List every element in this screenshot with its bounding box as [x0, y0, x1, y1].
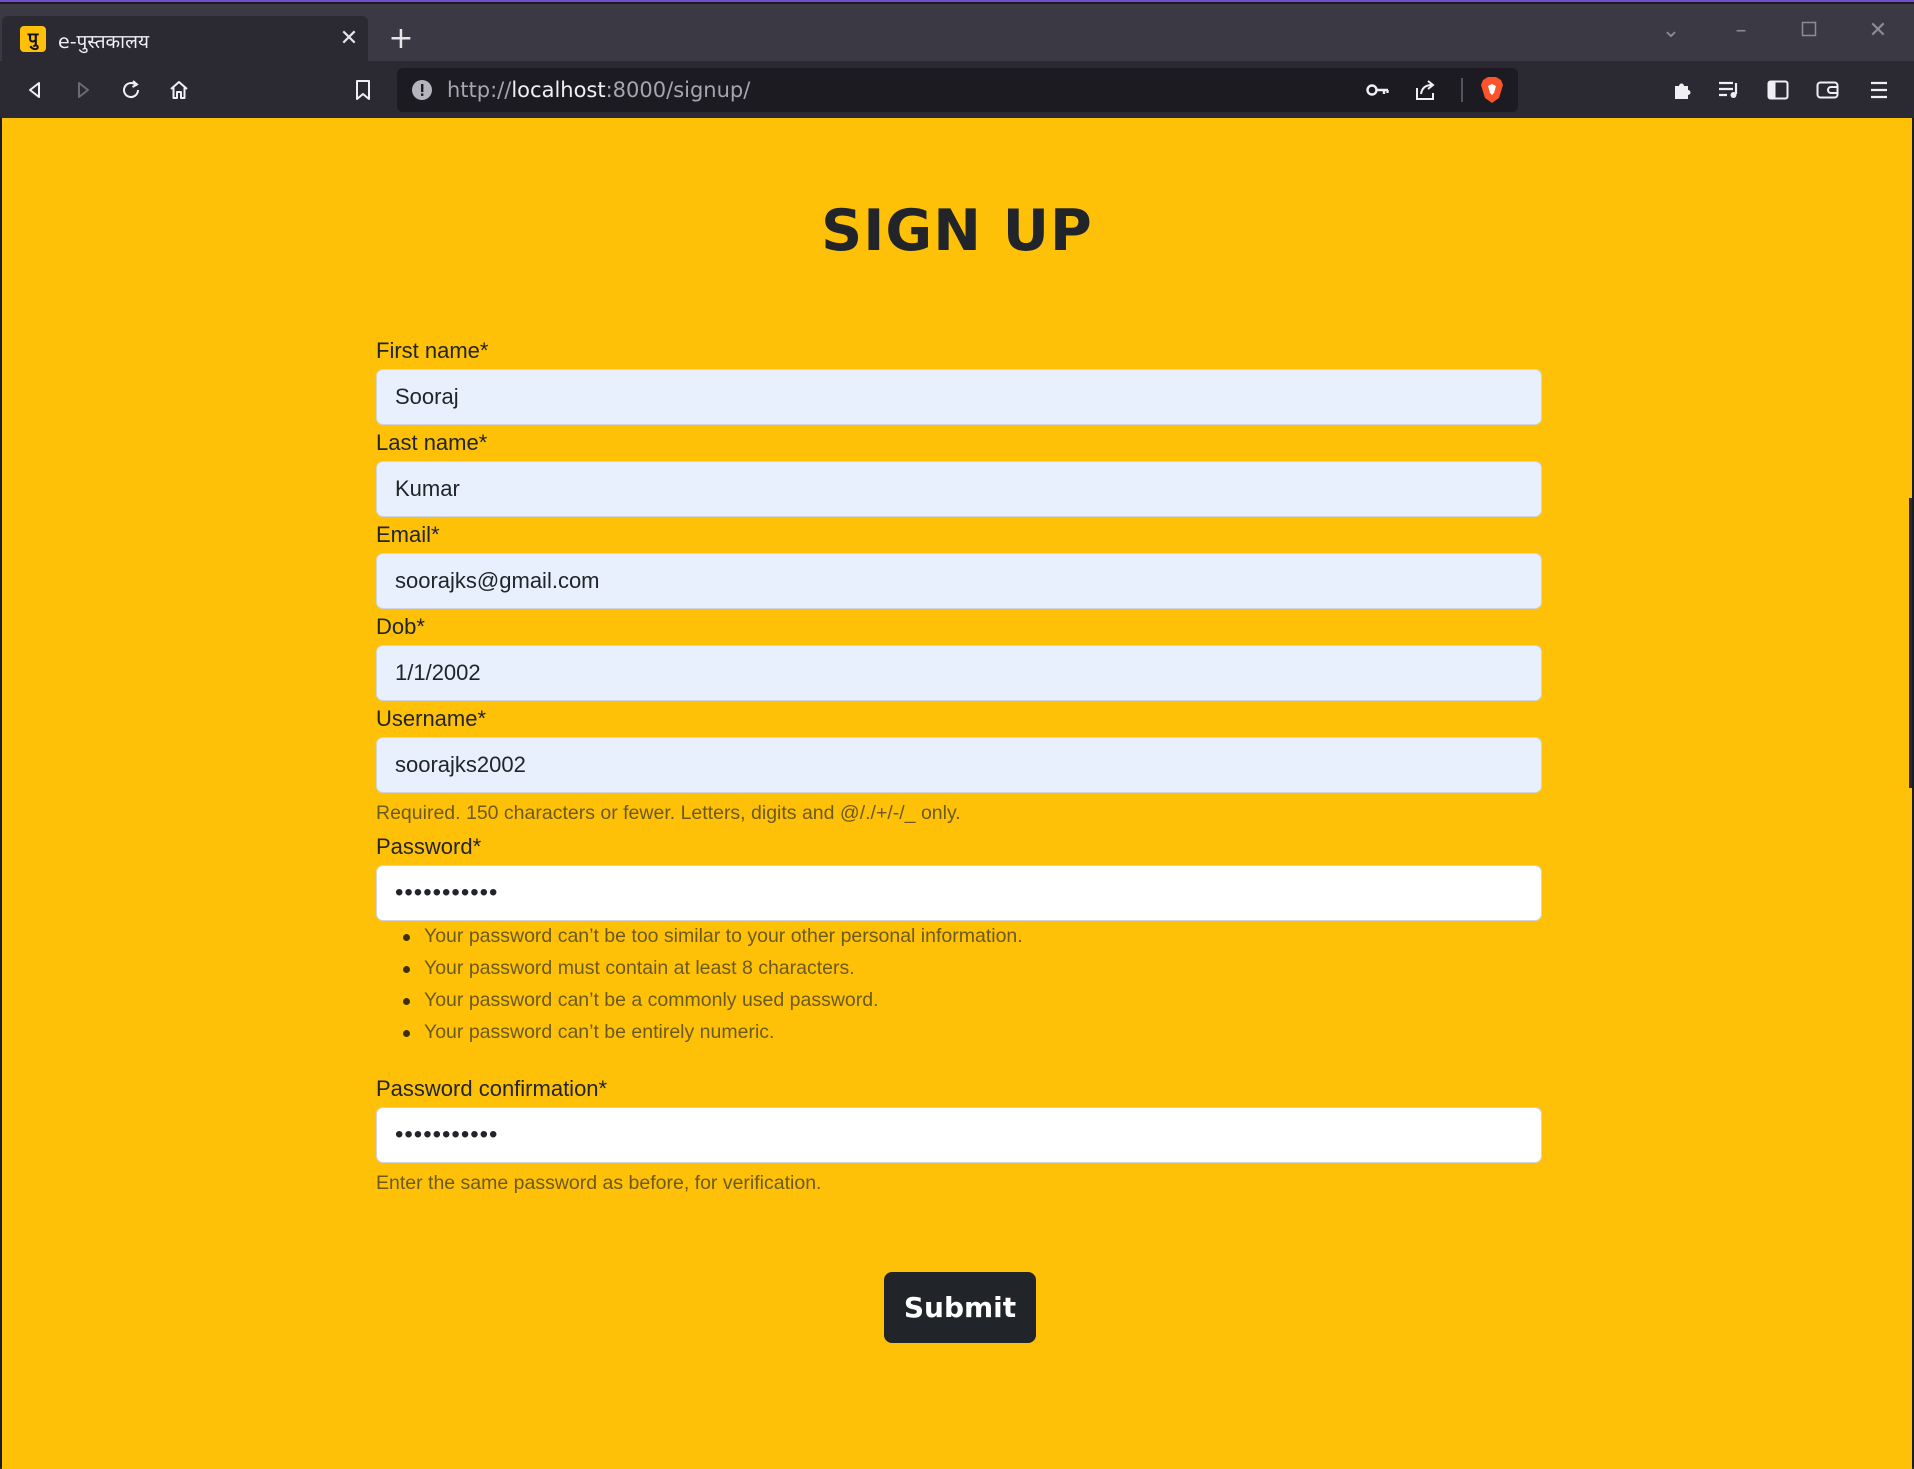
share-icon[interactable] [1409, 73, 1443, 107]
url-path: :8000/signup/ [605, 78, 751, 102]
last-name-label: Last name* [376, 430, 488, 455]
close-window-icon[interactable]: ✕ [1863, 16, 1893, 46]
email-label: Email* [376, 522, 440, 547]
bookmark-icon[interactable] [346, 73, 380, 107]
list-item: Your password must contain at least 8 ch… [376, 957, 1023, 989]
username-help-text: Required. 150 characters or fewer. Lette… [376, 802, 961, 824]
password-value: ••••••••••• [395, 879, 499, 906]
page-title: SIGN UP [821, 198, 1093, 264]
maximize-icon[interactable] [1794, 16, 1824, 46]
password-confirmation-value: ••••••••••• [395, 1121, 499, 1148]
new-tab-icon[interactable]: + [386, 24, 416, 54]
password-confirmation-label: Password confirmation* [376, 1076, 608, 1101]
tab-bar: पु e-पुस्तकालय ✕ + ⌄ – ✕ [0, 4, 1914, 62]
password-label: Password* [376, 834, 482, 859]
tab-list-chevron-icon[interactable]: ⌄ [1656, 16, 1686, 46]
list-item: Your password can’t be entirely numeric. [376, 1021, 1023, 1053]
brave-shields-icon[interactable] [1475, 73, 1509, 107]
username-value: soorajks2002 [395, 752, 526, 777]
password-input[interactable]: ••••••••••• [376, 865, 1542, 921]
email-input[interactable]: soorajks@gmail.com [376, 553, 1542, 609]
wallet-icon[interactable] [1811, 73, 1845, 107]
password-confirmation-input[interactable]: ••••••••••• [376, 1107, 1542, 1163]
scrollbar[interactable] [1909, 498, 1912, 788]
menu-icon[interactable] [1862, 73, 1896, 107]
minimize-icon[interactable]: – [1726, 16, 1756, 46]
dob-value: 1/1/2002 [395, 660, 481, 685]
close-tab-icon[interactable]: ✕ [336, 26, 362, 52]
back-icon[interactable] [18, 73, 52, 107]
reload-icon[interactable] [114, 73, 148, 107]
list-item: Your password can’t be a commonly used p… [376, 989, 1023, 1021]
first-name-input[interactable]: Sooraj [376, 369, 1542, 425]
last-name-input[interactable]: Kumar [376, 461, 1542, 517]
forward-icon[interactable] [66, 73, 100, 107]
username-input[interactable]: soorajks2002 [376, 737, 1542, 793]
url-host: localhost [511, 78, 606, 102]
password-confirmation-help-text: Enter the same password as before, for v… [376, 1172, 822, 1194]
url-scheme: http:// [447, 78, 512, 102]
password-key-icon[interactable] [1361, 73, 1395, 107]
playlist-icon[interactable] [1712, 73, 1746, 107]
password-requirements-list: Your password can’t be too similar to yo… [376, 925, 1023, 1053]
tab-title: e-पुस्तकालय [58, 31, 149, 53]
email-value: soorajks@gmail.com [395, 568, 600, 593]
url-text: http://localhost:8000/signup/ [447, 78, 750, 102]
address-bar[interactable]: http://localhost:8000/signup/ [397, 68, 1518, 112]
home-icon[interactable] [162, 73, 196, 107]
active-tab[interactable]: पु e-पुस्तकालय ✕ [2, 16, 368, 62]
site-info-icon[interactable] [411, 79, 433, 101]
page-viewport: SIGN UP First name* Sooraj Last name* Ku… [2, 118, 1912, 1469]
site-favicon: पु [20, 26, 46, 52]
extensions-icon[interactable] [1665, 73, 1699, 107]
urlbar-divider [1461, 78, 1463, 102]
browser-window: पु e-पुस्तकालय ✕ + ⌄ – ✕ http://localhos… [0, 0, 1914, 1469]
dob-label: Dob* [376, 614, 425, 639]
dob-input[interactable]: 1/1/2002 [376, 645, 1542, 701]
first-name-label: First name* [376, 338, 489, 363]
last-name-value: Kumar [395, 476, 460, 501]
first-name-value: Sooraj [395, 384, 459, 409]
username-label: Username* [376, 706, 487, 731]
submit-button[interactable]: Submit [884, 1272, 1036, 1343]
list-item: Your password can’t be too similar to yo… [376, 925, 1023, 957]
sidebar-icon[interactable] [1761, 73, 1795, 107]
navigation-toolbar: http://localhost:8000/signup/ [0, 61, 1914, 118]
